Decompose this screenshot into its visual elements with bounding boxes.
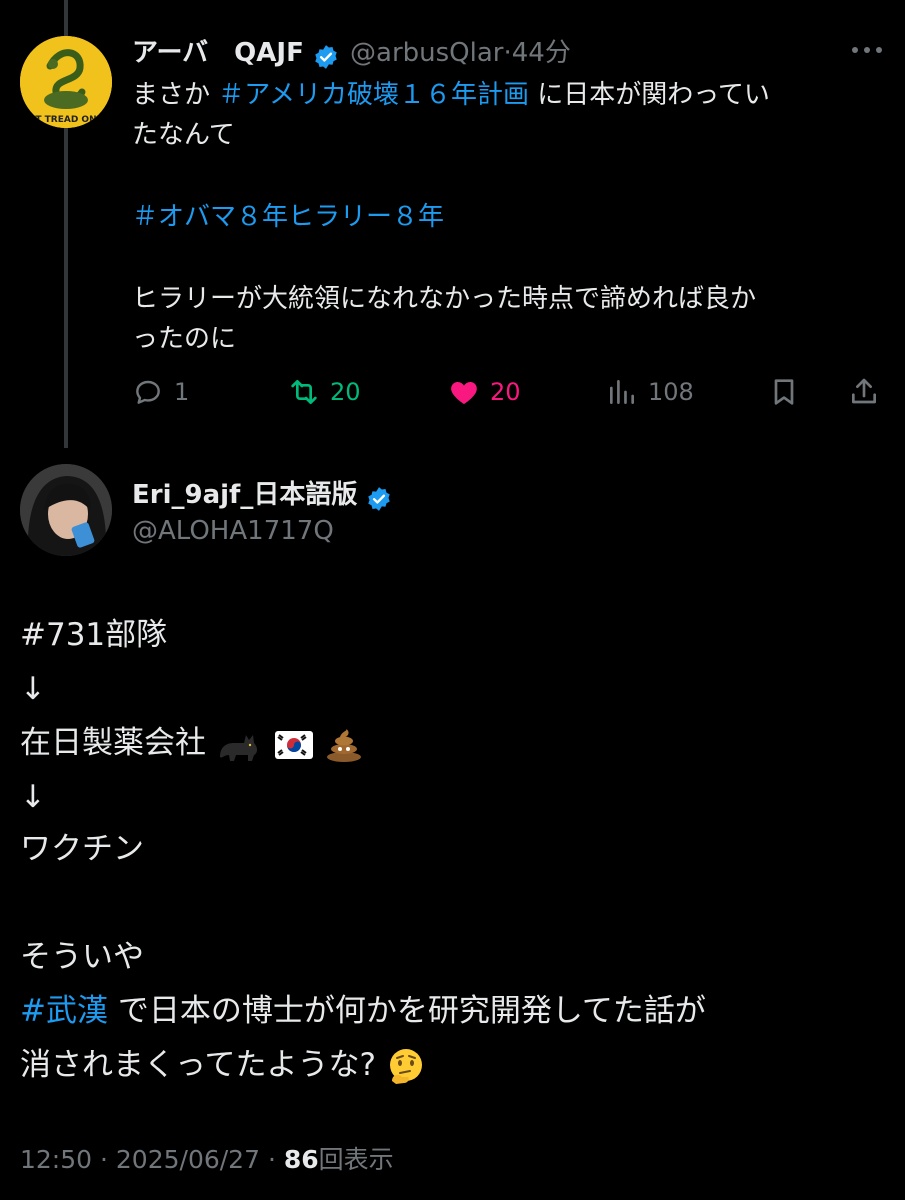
separator: · [503,38,512,68]
more-options-button[interactable] [850,40,884,60]
text-segment: に日本が関わってい [528,80,770,110]
bookmark-icon [774,379,794,405]
black-cat-emoji-icon [219,734,257,761]
tweet-text-line: ヒラリーが大統領になれなかった時点で諦めれば良か [132,284,757,314]
share-icon [852,378,876,404]
views-count: 86 [283,1145,319,1174]
text-segment: 消されまくってたような? [20,1047,376,1083]
share-button[interactable] [848,372,880,412]
heart-icon [451,382,477,404]
pile-of-poo-emoji-icon [326,728,361,762]
verified-badge-icon [368,486,391,511]
svg-text:T TREAD ON: T TREAD ON [35,115,96,125]
tweet-header: Eri_9ajf_日本語版 [132,474,398,512]
tweet-text-line: まさか ＃アメリカ破壊１６年計画 に日本が関わってい [132,74,770,116]
gadsden-flag-icon: T TREAD ON [20,36,112,128]
arrow-down-text: ↓ [20,671,46,707]
display-name[interactable]: アーバ QAJF [132,38,304,68]
repost-count: 20 [330,378,361,406]
hashtag-link[interactable]: #武漢 [20,993,108,1029]
bookmark-button[interactable] [768,372,800,412]
post-time[interactable]: 12:50 [20,1145,92,1174]
tweet-header: アーバ QAJF @arbusQlar·44分 [132,32,571,70]
like-button[interactable]: 20 [448,372,521,412]
tweet-text-line: たなんて [132,120,235,150]
tweet-text-line: ワクチン [20,831,144,867]
tweet-text-line: ったのに [132,324,237,354]
repost-button[interactable]: 20 [288,372,361,412]
more-dots-icon [852,47,882,53]
verified-badge-icon [315,44,337,69]
post-date[interactable]: 2025/06/27 [116,1145,260,1174]
reply-button[interactable]: 1 [132,372,189,412]
text-segment: 在日製薬会社 [20,725,206,761]
like-count: 20 [490,378,521,406]
korea-flag-emoji-icon [274,730,313,759]
hashtag-link[interactable]: ＃オバマ８年ヒラリー８年 [132,196,444,238]
view-count: 108 [648,378,694,406]
reply-icon [136,380,160,404]
hashtag-link[interactable]: ＃アメリカ破壊１６年計画 [218,80,529,110]
tweet-text-line: 消されまくってたような? [20,1038,426,1092]
separator: · [267,1145,276,1174]
hashtag-link[interactable]: #731部隊 [20,608,167,662]
profile-photo-icon [20,464,112,556]
repost-icon [291,380,317,404]
tweet-timestamp-footer: 12:50 · 2025/06/27 · 86回表示 [20,1140,394,1176]
handle[interactable]: @arbusQlar [350,38,503,68]
handle[interactable]: @ALOHA1717Q [132,516,334,546]
views-button[interactable]: 108 [606,372,694,412]
views-label: 回表示 [318,1145,394,1174]
arrow-down-text: ↓ [20,779,46,815]
avatar[interactable]: T TREAD ON [20,36,112,128]
reply-count: 1 [174,378,190,406]
analytics-icon [610,380,634,404]
thinking-face-emoji-icon [389,1048,422,1084]
display-name[interactable]: Eri_9ajf_日本語版 [132,480,357,510]
timestamp[interactable]: 44分 [512,38,571,68]
text-segment: まさか [132,80,219,110]
avatar[interactable] [20,464,112,556]
tweet-text-line: #武漢 で日本の博士が何かを研究開発してた話が [20,984,706,1038]
tweet-text-line: そういや [20,939,144,975]
separator: · [100,1145,108,1174]
tweet-text-line: 在日製薬会社 [20,716,364,770]
text-segment: で日本の博士が何かを研究開発してた話が [107,993,706,1029]
